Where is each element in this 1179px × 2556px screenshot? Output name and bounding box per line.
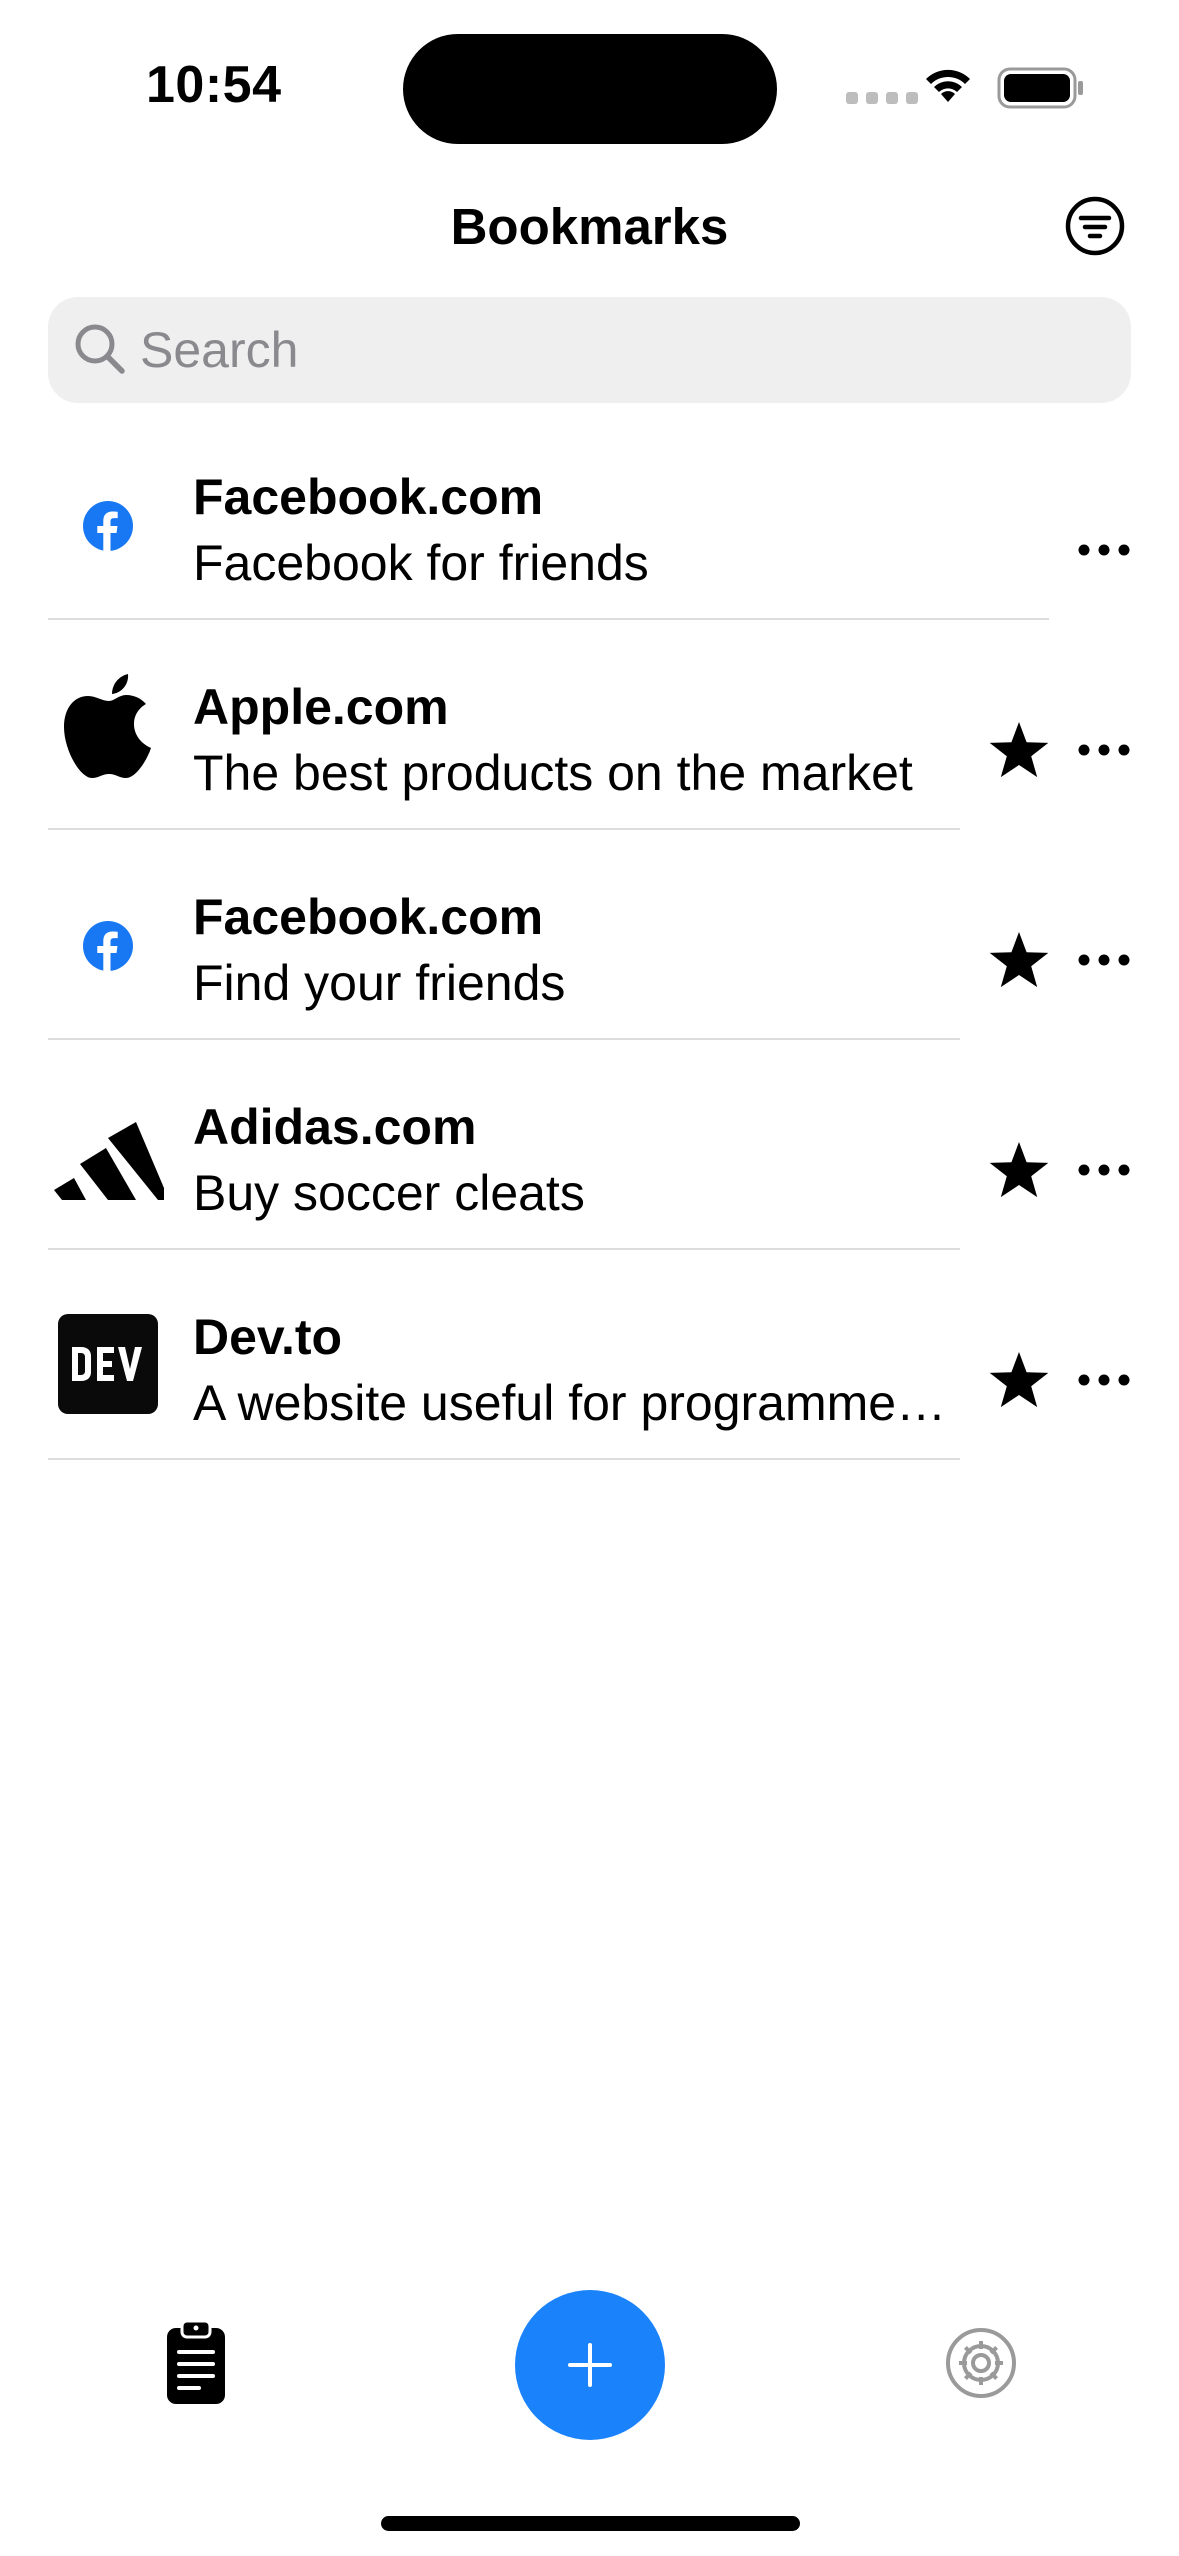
bookmark-description: Buy soccer cleats bbox=[193, 1165, 585, 1221]
more-options-icon[interactable] bbox=[1077, 950, 1131, 970]
battery-icon bbox=[997, 67, 1083, 109]
row-divider bbox=[48, 1458, 960, 1460]
search-input[interactable] bbox=[140, 297, 1100, 403]
status-time: 10:54 bbox=[146, 56, 282, 114]
bookmark-title: Facebook.com bbox=[193, 889, 544, 945]
page-title: Bookmarks bbox=[450, 198, 729, 255]
bookmark-title: Dev.to bbox=[193, 1309, 343, 1365]
dev-icon bbox=[58, 1314, 158, 1414]
apple-icon bbox=[64, 674, 151, 778]
more-options-icon[interactable] bbox=[1077, 740, 1131, 760]
cellular-signal-icon bbox=[846, 92, 918, 104]
star-icon[interactable] bbox=[988, 930, 1050, 992]
bookmark-title: Adidas.com bbox=[193, 1099, 477, 1155]
star-icon[interactable] bbox=[988, 720, 1050, 782]
wifi-icon bbox=[926, 69, 970, 102]
row-divider bbox=[48, 1038, 960, 1040]
add-bookmark-button[interactable] bbox=[515, 2290, 665, 2440]
search-bar[interactable] bbox=[48, 297, 1131, 403]
star-icon[interactable] bbox=[988, 1350, 1050, 1412]
more-options-icon[interactable] bbox=[1077, 1160, 1131, 1180]
bookmark-row[interactable]: Dev.to A website useful for programme… bbox=[0, 1258, 1179, 1467]
bookmark-row[interactable]: Facebook.com Find your friends bbox=[0, 838, 1179, 1047]
gear-icon[interactable] bbox=[945, 2327, 1017, 2399]
bookmark-title: Apple.com bbox=[193, 679, 449, 735]
bookmark-title: Facebook.com bbox=[193, 469, 544, 525]
bookmark-row[interactable]: Facebook.com Facebook for friends bbox=[0, 418, 1179, 627]
facebook-icon bbox=[83, 921, 133, 972]
bookmark-description: Facebook for friends bbox=[193, 535, 649, 591]
plus-icon bbox=[568, 2343, 612, 2387]
filter-icon[interactable] bbox=[1064, 195, 1126, 257]
row-divider bbox=[48, 1248, 960, 1250]
bookmark-description: A website useful for programme… bbox=[193, 1375, 947, 1431]
adidas-icon bbox=[54, 1122, 164, 1200]
bookmark-description: Find your friends bbox=[193, 955, 566, 1011]
more-options-icon[interactable] bbox=[1077, 1370, 1131, 1390]
clipboard-list-icon[interactable] bbox=[165, 2320, 227, 2406]
dynamic-island bbox=[403, 34, 777, 144]
search-icon bbox=[75, 324, 125, 374]
bookmark-row[interactable]: Adidas.com Buy soccer cleats bbox=[0, 1048, 1179, 1257]
more-options-icon[interactable] bbox=[1077, 540, 1131, 560]
home-indicator bbox=[381, 2516, 800, 2531]
facebook-icon bbox=[83, 501, 133, 552]
row-divider bbox=[48, 618, 1049, 620]
bookmark-description: The best products on the market bbox=[193, 745, 913, 801]
row-divider bbox=[48, 828, 960, 830]
star-icon[interactable] bbox=[988, 1140, 1050, 1202]
bookmark-row[interactable]: Apple.com The best products on the marke… bbox=[0, 628, 1179, 837]
bookmarks-screen: 10:54 Bookmarks Facebook.com Facebook fo… bbox=[0, 0, 1179, 2556]
